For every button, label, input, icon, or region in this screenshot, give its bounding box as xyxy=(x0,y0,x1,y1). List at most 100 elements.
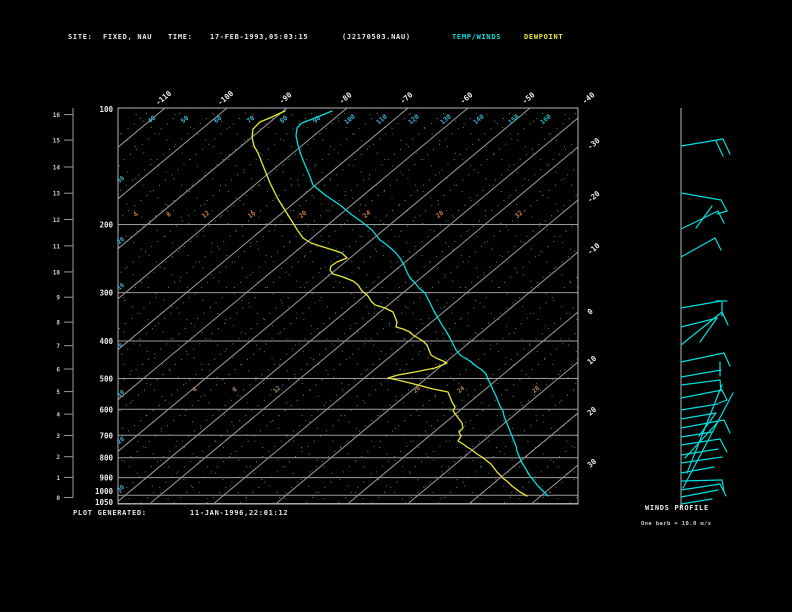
height-axis-label: 12 xyxy=(53,217,61,224)
orange-isopleth-line xyxy=(478,108,578,192)
left-edge-isopleth-label: 0 xyxy=(117,342,125,350)
cyan-isopleth-label: 100 xyxy=(343,113,357,127)
cyan-isopleth-label: 50 xyxy=(179,114,190,125)
wind-barb-segment xyxy=(714,237,722,251)
isotherm-label-right: -30 xyxy=(586,136,603,152)
orange-isopleth-line xyxy=(166,108,578,452)
temperature-trace xyxy=(295,110,549,497)
cyan-isopleth-label: 110 xyxy=(375,113,389,127)
cyan-isopleth-line xyxy=(118,108,286,248)
wind-barb-segment xyxy=(715,140,724,157)
wind-barb-segment xyxy=(680,412,717,420)
isotherm-label-right: -20 xyxy=(586,189,603,205)
pressure-axis-label: 900 xyxy=(99,474,113,483)
orange-isopleth-label: 16 xyxy=(246,209,257,220)
wind-barb-segment xyxy=(680,466,715,474)
cyan-isopleth-line xyxy=(118,108,418,358)
cyan-isopleth-line xyxy=(205,193,578,504)
cyan-isopleth-label: 140 xyxy=(472,113,486,127)
winds-profile-caption: One barb = 10.0 m/s xyxy=(641,521,712,527)
isotherm-line xyxy=(118,108,288,250)
orange-isopleth-line xyxy=(118,456,175,504)
isotherm-label-right: 20 xyxy=(586,405,599,418)
orange-isopleth-line xyxy=(283,108,578,354)
plot-frame xyxy=(117,107,579,505)
isotherm-label-top: -110 xyxy=(154,89,174,108)
isotherm-line xyxy=(149,146,578,504)
height-axis-label: 15 xyxy=(53,138,61,145)
isotherm-line xyxy=(118,117,578,502)
tan-isopleth-label: 24 xyxy=(456,385,466,395)
orange-isopleth-label: 4 xyxy=(132,210,140,219)
height-axis-label: 3 xyxy=(56,433,60,440)
isotherm-label-right: -10 xyxy=(586,241,603,257)
cyan-isopleth-line xyxy=(238,220,578,504)
pressure-axis-label: 200 xyxy=(99,221,113,230)
winds-profile-title: WINDS PROFILE xyxy=(645,504,709,512)
isotherm-line xyxy=(118,108,531,452)
wind-barb-segment xyxy=(723,419,731,434)
pressure-axis-label: 400 xyxy=(99,337,113,346)
height-axis-label: 0 xyxy=(56,495,60,502)
wind-barb-segment xyxy=(720,199,728,212)
isotherm-line xyxy=(118,108,166,148)
cyan-isopleth-label: 70 xyxy=(245,114,256,125)
wind-barb-segment xyxy=(682,392,734,489)
wind-barb-segment xyxy=(721,311,729,326)
height-axis-label: 7 xyxy=(56,343,60,350)
isotherm-line xyxy=(468,412,578,504)
height-axis-label: 16 xyxy=(53,112,61,119)
cyan-isopleth-line xyxy=(502,440,578,504)
pressure-axis-label: 800 xyxy=(99,454,113,463)
height-axis-label: 11 xyxy=(53,243,61,250)
isotherm-label-top: -60 xyxy=(458,90,475,106)
pressure-axis-label: 600 xyxy=(99,405,113,414)
isotherm-line xyxy=(530,464,578,504)
height-axis-label: 10 xyxy=(53,269,61,276)
orange-isopleth-label: 12 xyxy=(200,209,211,220)
isotherm-label-top: -40 xyxy=(580,90,597,106)
isotherm-label-right: 10 xyxy=(586,354,599,367)
wind-barb-segment xyxy=(680,210,719,230)
height-axis-label: 14 xyxy=(53,165,61,172)
cyan-isopleth-line xyxy=(403,358,578,504)
orange-isopleth-line xyxy=(244,108,578,387)
orange-isopleth-line xyxy=(400,108,578,257)
plot-generated-label: PLOT GENERATED: xyxy=(73,509,147,517)
wind-barb-segment xyxy=(680,379,721,386)
cyan-isopleth-label: 150 xyxy=(507,113,521,127)
wind-barb-segment xyxy=(723,352,731,367)
cyan-isopleth-line xyxy=(568,495,578,504)
isotherm-label-top: -80 xyxy=(337,90,354,106)
orange-isopleth-label: 28 xyxy=(434,209,445,220)
cyan-isopleth-line xyxy=(535,468,578,504)
isotherm-label-right: 30 xyxy=(586,457,599,470)
cyan-isopleth-line xyxy=(370,330,578,504)
wind-barb-segment xyxy=(722,138,731,155)
isotherm-line xyxy=(118,108,228,200)
wind-barb-segment xyxy=(721,389,728,401)
cyan-isopleth-line xyxy=(271,248,578,504)
orange-isopleth-line xyxy=(517,108,578,159)
wind-barb-segment xyxy=(680,489,719,498)
cyan-isopleth-line xyxy=(118,108,550,468)
pressure-axis-label: 300 xyxy=(99,289,113,298)
wind-barb-segment xyxy=(695,205,713,229)
cyan-isopleth-line xyxy=(118,108,121,111)
pressure-axis-label: 700 xyxy=(99,431,113,440)
cyan-isopleth-line xyxy=(118,108,517,441)
height-axis-label: 2 xyxy=(56,454,60,461)
orange-isopleth-line xyxy=(118,196,487,504)
wind-barb-segment xyxy=(680,456,723,464)
wind-barb-segment xyxy=(680,352,725,363)
orange-isopleth-line xyxy=(127,108,578,484)
wind-barbs xyxy=(680,138,734,505)
pressure-axis-label: 100 xyxy=(99,105,113,114)
wind-barb-segment xyxy=(680,448,719,456)
wind-barb-segment xyxy=(680,389,723,399)
cyan-isopleth-label: 60 xyxy=(212,114,223,125)
orange-isopleth-label: 8 xyxy=(165,210,173,219)
height-axis-label: 8 xyxy=(56,320,60,327)
cyan-isopleth-label: 80 xyxy=(278,114,289,125)
height-axis-label: 9 xyxy=(56,295,60,302)
